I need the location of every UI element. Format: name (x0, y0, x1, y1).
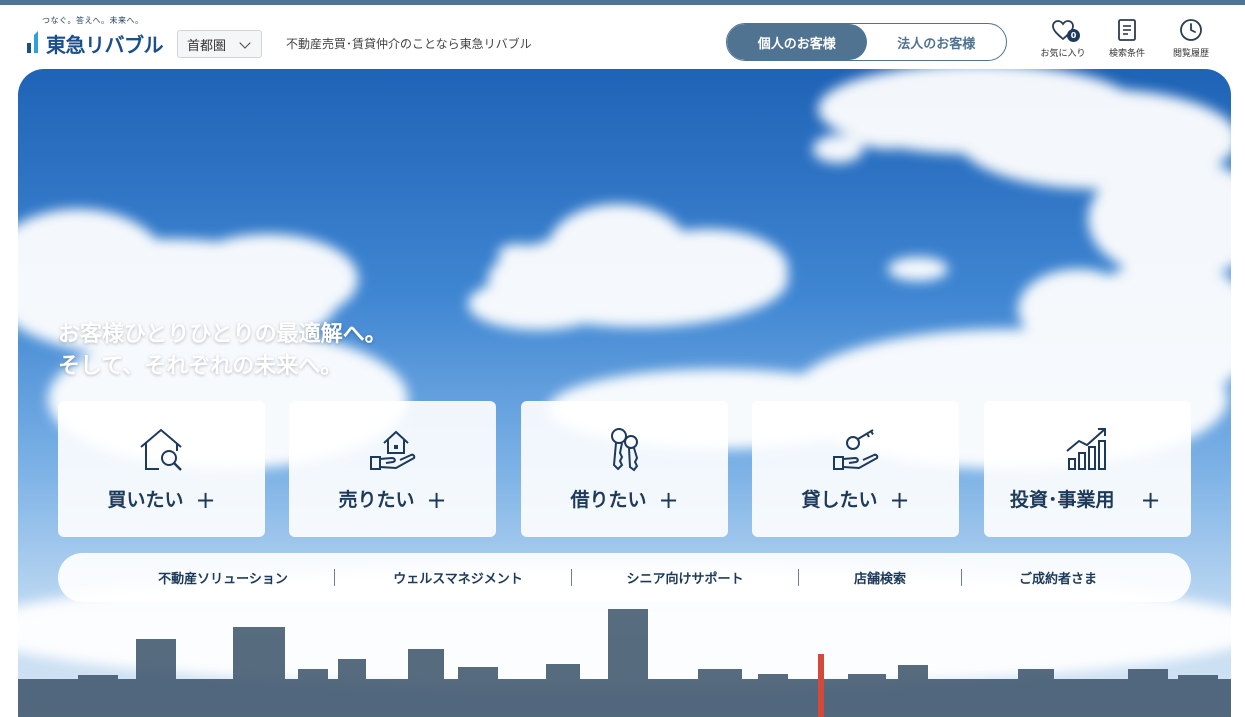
plus-icon: + (426, 486, 447, 514)
subnav-wealth-management[interactable]: ウェルスマネジメント (348, 553, 568, 602)
header-description: 不動産売買･賃貸仲介のことなら東急リバブル (286, 37, 532, 51)
document-icon (1118, 19, 1136, 41)
subnav-divider (798, 569, 799, 586)
hand-house-icon (369, 430, 415, 470)
favorites-button[interactable]: 0 お気に入り (1033, 17, 1093, 61)
history-label: 閲覧履歴 (1172, 49, 1209, 59)
subnav-divider (334, 569, 335, 586)
card-rent-label: 借りたい + (570, 486, 679, 514)
customer-type-toggle: 個人のお客様 法人のお客様 (726, 23, 1007, 61)
site-header: つなぐ。答えへ。未来へ。 東急リバブル 首都圏 不動産売買･賃貸仲介のことなら東… (0, 5, 1245, 69)
search-conditions-label: 検索条件 (1108, 49, 1145, 59)
card-buy-label: 買いたい + (107, 486, 216, 514)
card-rent[interactable]: 借りたい + (521, 401, 728, 537)
brand-tagline: つなぐ。答えへ。未来へ。 (42, 16, 144, 25)
subnav-divider (961, 569, 962, 586)
history-button[interactable]: 閲覧履歴 (1161, 17, 1221, 61)
hero-section: お客様ひとりひとりの最適解へ。 そして、それぞれの未来へ。 買いたい + 売りた… (18, 69, 1231, 717)
brand-name: 東急リバブル (46, 33, 164, 57)
card-invest-label: 投資･事業用 + (1010, 486, 1161, 514)
card-lease-label: 貸したい + (801, 486, 910, 514)
subnav-real-estate-solution[interactable]: 不動産ソリューション (118, 553, 328, 602)
sub-navigation: 不動産ソリューション ウェルスマネジメント シニア向けサポート 店舗検索 ご成約… (58, 553, 1191, 602)
hero-sky-image (18, 69, 1231, 717)
region-select[interactable]: 首都圏 (177, 30, 262, 58)
subnav-divider (571, 569, 572, 586)
card-sell[interactable]: 売りたい + (289, 401, 496, 537)
subnav-store-search[interactable]: 店舗検索 (810, 553, 950, 602)
toggle-personal-button[interactable]: 個人のお客様 (727, 24, 867, 60)
region-value: 首都圏 (187, 38, 227, 54)
hero-line-1: お客様ひとりひとりの最適解へ。 (58, 322, 387, 347)
brand-mark-icon (27, 31, 38, 53)
card-invest[interactable]: 投資･事業用 + (984, 401, 1191, 537)
keys-icon (610, 428, 638, 472)
hand-key-icon (832, 429, 878, 470)
house-search-icon (139, 428, 182, 471)
clock-icon (1180, 19, 1202, 41)
card-buy[interactable]: 買いたい + (58, 401, 265, 537)
favorites-label: お気に入り (1040, 49, 1086, 59)
hero-headline: お客様ひとりひとりの最適解へ。 そして、それぞれの未来へ。 (58, 319, 387, 383)
brand-logo[interactable]: つなぐ。答えへ。未来へ。 東急リバブル (26, 15, 166, 61)
search-conditions-button[interactable]: 検索条件 (1097, 17, 1157, 61)
subnav-senior-support[interactable]: シニア向けサポート (580, 553, 790, 602)
favorites-count-badge: 0 (1067, 29, 1080, 42)
plus-icon: + (889, 486, 910, 514)
plus-icon: + (195, 486, 216, 514)
plus-icon: + (1140, 486, 1161, 514)
bar-chart-icon (1065, 428, 1106, 470)
chevron-down-icon (239, 37, 251, 49)
subnav-contracted-customers[interactable]: ご成約者さま (968, 553, 1148, 602)
plus-icon: + (658, 486, 679, 514)
card-sell-label: 売りたい + (338, 486, 447, 514)
card-lease[interactable]: 貸したい + (752, 401, 959, 537)
hero-line-2: そして、それぞれの未来へ。 (58, 354, 343, 379)
toggle-business-button[interactable]: 法人のお客様 (867, 24, 1007, 60)
